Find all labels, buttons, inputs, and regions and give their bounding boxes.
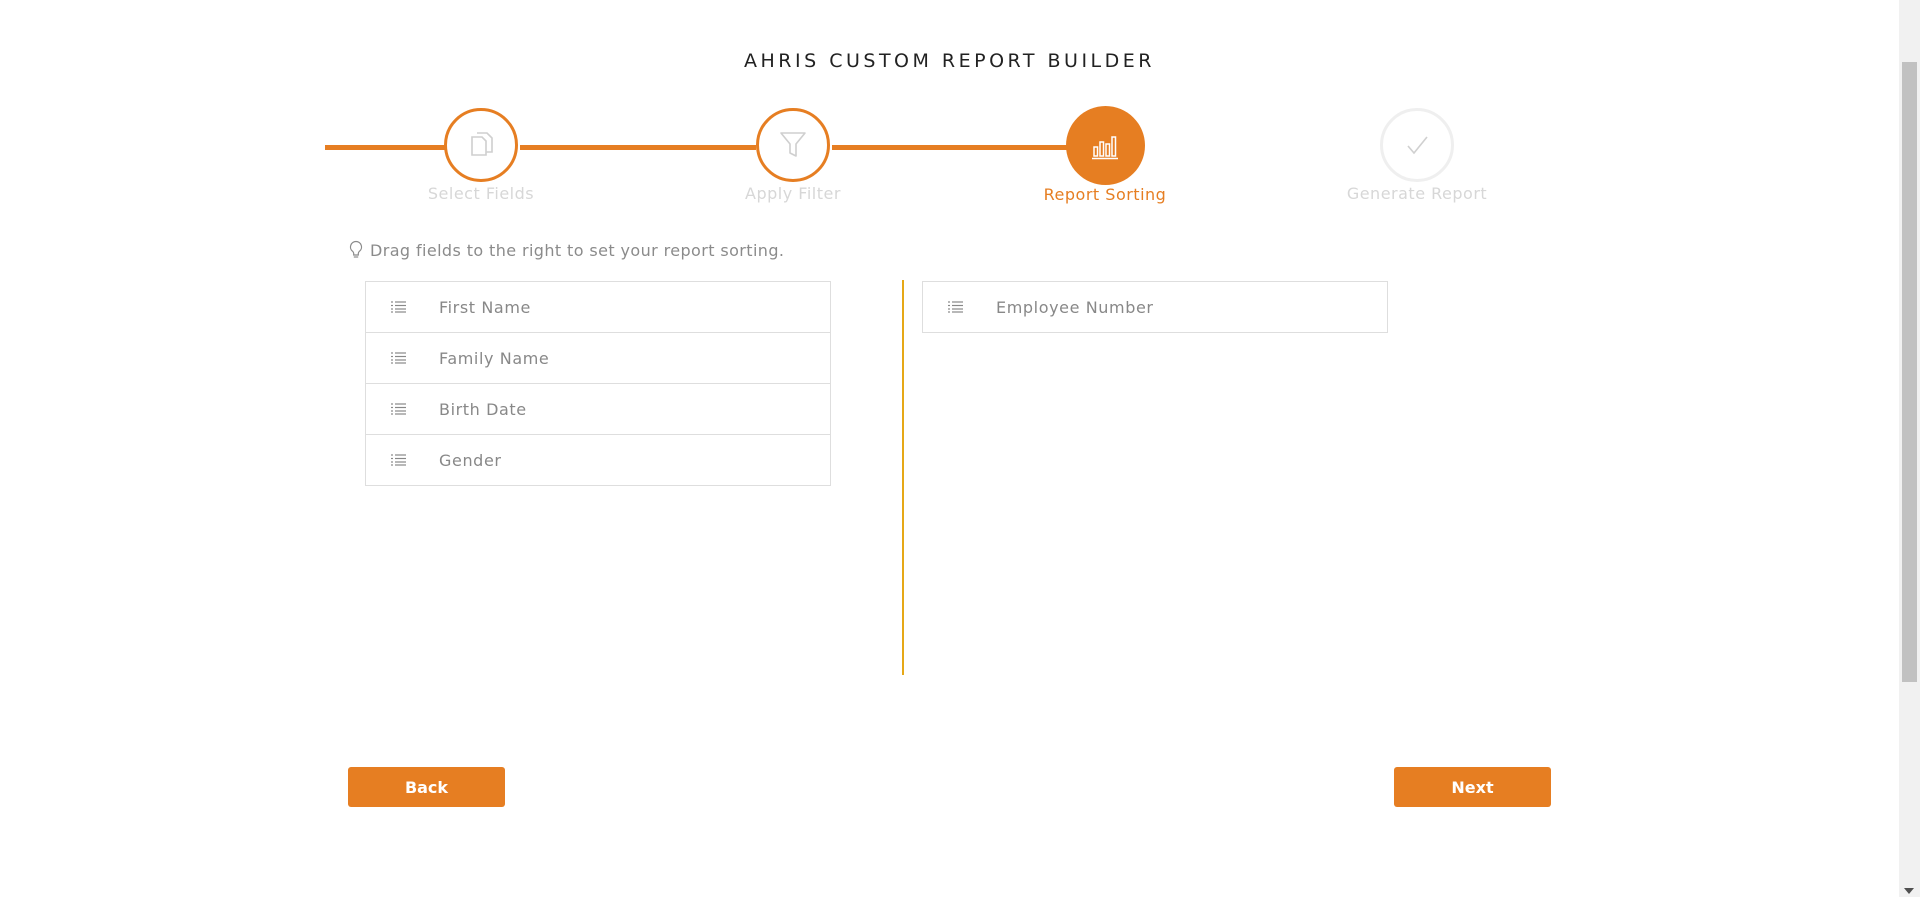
drag-handle-icon[interactable] (389, 452, 409, 468)
available-fields-list[interactable]: First Name Family Name Birth Date Gender (365, 281, 831, 486)
field-label: First Name (439, 297, 531, 317)
step-select-fields[interactable]: Select Fields (381, 108, 581, 203)
field-label: Gender (439, 450, 502, 470)
back-button[interactable]: Back (348, 767, 505, 807)
scrollbar-thumb[interactable] (1902, 62, 1917, 682)
sort-fields-list[interactable]: Employee Number (922, 281, 1388, 333)
step-report-sorting[interactable]: Report Sorting (1005, 106, 1205, 204)
field-item-family-name[interactable]: Family Name (366, 333, 830, 384)
drag-handle-icon[interactable] (946, 299, 966, 315)
field-label: Birth Date (439, 399, 527, 419)
drag-handle-icon[interactable] (389, 350, 409, 366)
field-item-employee-number[interactable]: Employee Number (923, 282, 1387, 332)
step-label: Generate Report (1346, 184, 1488, 203)
step-circle (1380, 108, 1454, 182)
step-generate-report[interactable]: Generate Report (1317, 108, 1517, 203)
instruction-hint: Drag fields to the right to set your rep… (348, 240, 784, 260)
check-icon (1407, 136, 1428, 155)
lightbulb-icon (349, 240, 363, 258)
field-label: Employee Number (996, 297, 1154, 317)
scroll-down-arrow-icon[interactable] (1904, 888, 1914, 894)
field-item-gender[interactable]: Gender (366, 435, 830, 485)
step-label: Report Sorting (1043, 185, 1167, 204)
progress-stepper: Select Fields Apply Filter Report Sortin… (0, 0, 1899, 220)
drag-handle-icon[interactable] (389, 299, 409, 315)
step-circle (444, 108, 518, 182)
list-divider (902, 280, 904, 675)
step-label: Apply Filter (745, 184, 841, 203)
copy-icon (471, 132, 493, 156)
hint-text: Drag fields to the right to set your rep… (370, 240, 785, 260)
next-button[interactable]: Next (1394, 767, 1551, 807)
field-item-birth-date[interactable]: Birth Date (366, 384, 830, 435)
field-label: Family Name (439, 348, 550, 368)
step-circle (1065, 106, 1145, 185)
field-item-first-name[interactable]: First Name (366, 282, 830, 333)
step-apply-filter[interactable]: Apply Filter (693, 108, 893, 203)
vertical-scrollbar[interactable] (1899, 0, 1920, 897)
bar-chart-icon (1092, 135, 1118, 159)
drag-handle-icon[interactable] (389, 401, 409, 417)
step-label: Select Fields (427, 184, 535, 203)
filter-icon (780, 132, 806, 157)
step-circle (756, 108, 830, 182)
